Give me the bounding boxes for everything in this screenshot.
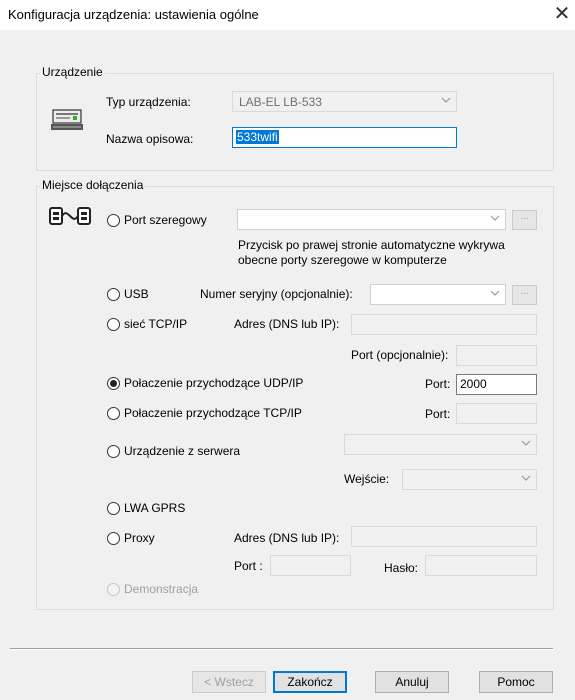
udp-incoming-label[interactable]: Połaczenie przychodzące UDP/IP	[124, 376, 303, 390]
tcp-incoming-radio[interactable]	[107, 407, 120, 420]
serial-hint-line1: Przycisk po prawej stronie automatyczne …	[238, 238, 505, 252]
tcpip-address-label: Adres (DNS lub IP):	[234, 317, 340, 331]
device-type-value: LAB-EL LB-533	[239, 95, 322, 109]
tcpip-port-label: Port (opcjonalnie):	[351, 348, 449, 362]
device-group	[36, 73, 554, 171]
demo-label: Demonstracja	[124, 582, 199, 596]
proxy-address-input[interactable]	[351, 526, 537, 547]
proxy-port-input[interactable]	[270, 555, 351, 576]
chevron-down-icon	[441, 97, 451, 103]
connection-icon	[49, 207, 91, 225]
gprs-label[interactable]: LWA GPRS	[124, 501, 185, 515]
device-name-value: 533twifi	[236, 130, 279, 144]
serial-hint-line2: obecne porty szeregowe w komputerze	[238, 253, 447, 267]
cancel-button[interactable]: Anuluj	[375, 671, 449, 693]
proxy-address-label: Adres (DNS lub IP):	[234, 531, 340, 545]
proxy-label[interactable]: Proxy	[124, 531, 155, 545]
usb-serial-label: Numer seryjny (opcjonalnie):	[200, 287, 353, 301]
device-name-label: Nazwa opisowa:	[106, 132, 194, 146]
udp-port-label: Port:	[425, 377, 451, 391]
tcpip-address-input[interactable]	[351, 314, 537, 335]
server-input-label: Wejście:	[344, 472, 390, 486]
tcp-incoming-label[interactable]: Połaczenie przychodzące TCP/IP	[124, 406, 302, 420]
tcpip-radio[interactable]	[107, 318, 120, 331]
proxy-port-label: Port :	[234, 559, 263, 573]
window-title: Konfiguracja urządzenia: ustawienia ogól…	[8, 7, 259, 22]
usb-radio[interactable]	[107, 288, 120, 301]
server-input-combobox[interactable]	[402, 469, 537, 490]
back-button[interactable]: < Wstecz	[192, 671, 266, 693]
chevron-down-icon	[490, 290, 500, 296]
device-name-input[interactable]: 533twifi	[232, 127, 457, 148]
connection-group-legend: Miejsce dołączenia	[40, 178, 146, 192]
device-type-combobox[interactable]: LAB-EL LB-533	[232, 91, 457, 112]
device-group-legend: Urządzenie	[40, 65, 105, 79]
help-button[interactable]: Pomoc	[479, 671, 553, 693]
gprs-radio[interactable]	[107, 502, 120, 515]
serial-port-label[interactable]: Port szeregowy	[124, 213, 207, 227]
tcpip-label[interactable]: sieć TCP/IP	[124, 317, 187, 331]
device-type-label: Typ urządzenia:	[106, 95, 191, 109]
chevron-down-icon	[521, 440, 531, 446]
serial-port-combobox[interactable]	[237, 209, 506, 230]
udp-port-input[interactable]: 2000	[456, 374, 537, 395]
usb-serial-combobox[interactable]	[370, 284, 506, 305]
serial-port-radio[interactable]	[107, 214, 120, 227]
proxy-password-input[interactable]	[425, 555, 537, 576]
tcp-port-input[interactable]	[456, 403, 537, 424]
server-device-label[interactable]: Urządzenie z serwera	[124, 444, 240, 458]
finish-button[interactable]: Zakończ	[273, 671, 347, 693]
server-device-radio[interactable]	[107, 445, 120, 458]
footer-separator	[10, 648, 553, 650]
proxy-password-label: Hasło:	[384, 561, 419, 575]
tcpip-port-input[interactable]	[456, 345, 537, 366]
chevron-down-icon	[521, 475, 531, 481]
usb-detect-button[interactable]: ...	[512, 285, 537, 305]
device-icon	[51, 109, 83, 130]
chevron-down-icon	[490, 215, 500, 221]
usb-label[interactable]: USB	[124, 287, 149, 301]
server-device-combobox[interactable]	[344, 434, 537, 455]
serial-detect-button[interactable]: ...	[512, 210, 537, 230]
title-bar: Konfiguracja urządzenia: ustawienia ogól…	[0, 0, 575, 30]
udp-incoming-radio[interactable]	[107, 377, 120, 390]
proxy-radio[interactable]	[107, 532, 120, 545]
close-icon[interactable]: ✕	[549, 2, 575, 28]
udp-port-value: 2000	[460, 377, 487, 391]
demo-radio[interactable]	[107, 583, 120, 596]
tcp-port-label: Port:	[425, 407, 451, 421]
